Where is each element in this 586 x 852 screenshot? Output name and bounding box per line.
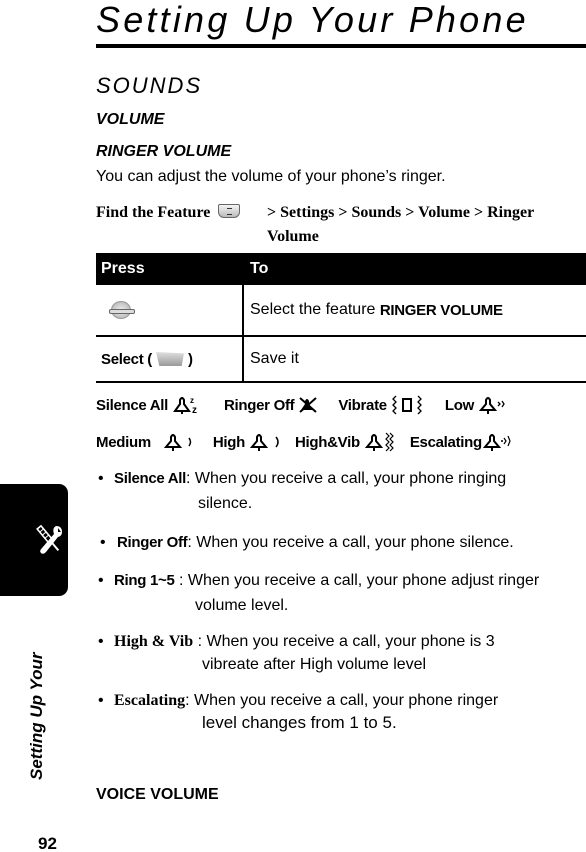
bullet-line1: Ringer Off: When you receive a call, you…	[117, 530, 514, 555]
bullet-sep: :	[187, 534, 197, 551]
title-rule	[96, 44, 586, 48]
ring-medium-icon	[163, 431, 195, 453]
table-row: Select the feature RINGER VOLUME	[96, 285, 586, 337]
ring-high-vib-icon	[364, 431, 396, 453]
to-bold: RINGER VOLUME	[379, 301, 503, 319]
ring-high-icon	[249, 431, 283, 453]
soft-key-icon	[155, 352, 184, 366]
bullet-line1: Silence All: When you receive a call, yo…	[114, 466, 506, 491]
bullet-sep: :	[186, 470, 195, 487]
page-number: 92	[38, 834, 57, 852]
next-topic-heading: VOICE VOLUME	[96, 786, 219, 803]
tools-icon	[36, 524, 62, 554]
bullet-text: When you receive a call, your phone sile…	[196, 534, 514, 551]
bullet-line2: silence.	[198, 495, 253, 512]
section-heading: SOUNDS	[96, 73, 203, 98]
bullet-line2: volume level.	[195, 597, 289, 614]
mode-icons-row: Silence All zz Ringer Off Vibrate Low	[96, 394, 508, 416]
mode-label: High	[212, 433, 246, 451]
bullet-text: When you receive a call, your phone adju…	[187, 572, 540, 589]
vibrate-icon	[391, 394, 427, 416]
bullet-line2: vibreate after High volume level	[202, 656, 427, 673]
to-cell: Save it	[244, 337, 299, 381]
table-row: Select () Save it	[96, 337, 586, 383]
press-close: )	[187, 350, 193, 368]
bullet-line1: Ring 1~5 : When you receive a call, your…	[114, 568, 539, 593]
nav-key-icon	[109, 301, 135, 319]
side-tab	[0, 484, 68, 596]
topic-intro: You can adjust the volume of your phone’…	[96, 168, 446, 185]
ringer-off-icon	[298, 395, 320, 415]
svg-text:z: z	[190, 396, 194, 405]
topic-heading: RINGER VOLUME	[96, 143, 232, 160]
menu-key-icon	[218, 204, 241, 218]
header-press: Press	[101, 260, 145, 277]
mode-label: Medium	[96, 433, 151, 451]
table-header: Press To	[96, 253, 586, 285]
to-cell: Select the feature RINGER VOLUME	[244, 285, 503, 335]
bullet-term: Escalating	[114, 692, 186, 709]
silence-all-icon: zz	[172, 394, 202, 416]
bullet-dot: •	[98, 470, 104, 487]
bullet-dot: •	[100, 534, 106, 551]
bullet-sep: :	[174, 572, 188, 589]
bullet-sep: :	[185, 692, 195, 709]
press-label: Select (	[101, 350, 152, 368]
ring-escalating-icon	[482, 431, 514, 453]
bullet-term: Silence All	[114, 470, 187, 487]
bullet-dot: •	[98, 692, 104, 709]
mode-label: Ringer Off	[224, 396, 295, 414]
key-table: Press To Select the feature RINGER VOLUM…	[96, 253, 586, 383]
svg-text:z: z	[192, 405, 197, 416]
mode-label: High&Vib	[295, 433, 360, 451]
to-text: Save it	[250, 350, 299, 367]
bullet-text: When you receive a call, your phone ring…	[194, 692, 499, 709]
press-cell	[96, 285, 244, 335]
bullet-dot: •	[98, 572, 104, 589]
find-feature-label: Find the Feature	[96, 204, 211, 221]
bullet-dot: •	[98, 633, 104, 650]
bullet-line1: High & Vib : When you receive a call, yo…	[114, 629, 495, 654]
press-cell: Select ()	[96, 337, 244, 381]
find-feature-path: > Settings > Sounds > Volume > Ringer Vo…	[267, 204, 534, 245]
header-to: To	[250, 260, 269, 277]
ring-low-icon	[478, 394, 508, 416]
mode-icons-row: Medium High High&Vib Escalating	[96, 431, 514, 453]
to-text: Select the feature	[250, 301, 376, 318]
find-feature: Find the Feature > Settings > Sounds > V…	[96, 201, 586, 245]
bullet-term: High & Vib	[114, 633, 194, 650]
page-title: Setting Up Your Phone	[96, 0, 529, 40]
subsection-heading: VOLUME	[96, 111, 165, 128]
bullet-text: When you receive a call, your phone is 3	[206, 633, 495, 650]
mode-label: Silence All	[96, 396, 169, 414]
bullet-term: Ringer Off	[117, 534, 188, 551]
bullet-line2: level changes from 1 to 5.	[202, 713, 397, 732]
mode-label: Escalating	[409, 433, 482, 451]
bullet-text: When you receive a call, your phone ring…	[194, 470, 507, 487]
mode-label: Low	[444, 396, 474, 414]
bullet-sep: :	[193, 633, 207, 650]
side-tab-label: Setting Up Your	[27, 652, 46, 781]
mode-label: Vibrate	[338, 396, 387, 414]
bullet-term: Ring 1~5	[114, 572, 175, 589]
